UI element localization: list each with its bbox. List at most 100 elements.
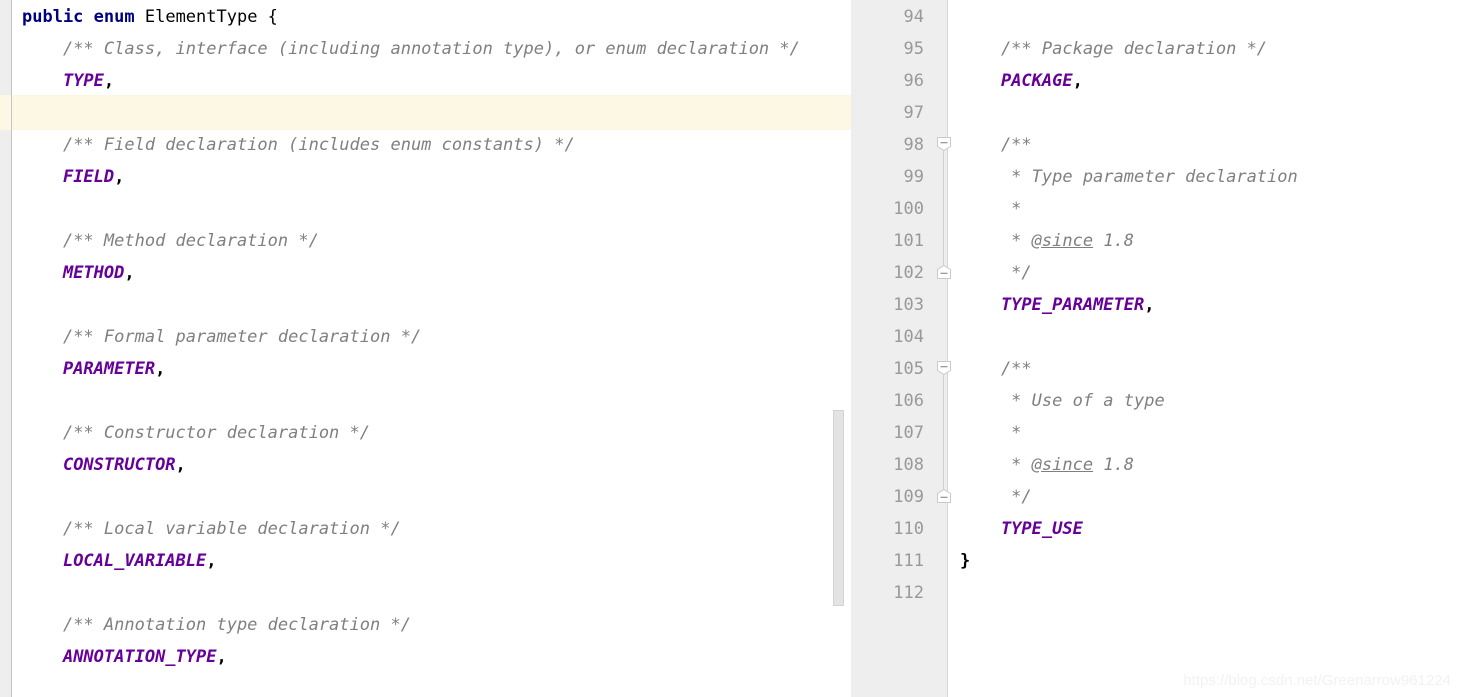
vertical-scrollbar-thumb[interactable] [833, 410, 844, 606]
current-line-highlight-gutter [0, 95, 11, 130]
code-token-comment: * [960, 199, 1022, 219]
code-token-punct: , [206, 551, 217, 571]
line-number: 110 [893, 519, 924, 539]
line-number: 111 [893, 551, 924, 571]
code-token-comment: * Type parameter declaration [960, 167, 1298, 187]
code-token-comment: * [960, 231, 1032, 251]
left-code-area[interactable]: public enum ElementType { /** Class, int… [12, 0, 851, 697]
code-line: /** Constructor declaration */ [22, 417, 370, 449]
code-token-comment: /** [960, 359, 1032, 379]
code-line: } [960, 545, 970, 577]
code-line: public enum ElementType { [22, 1, 278, 33]
code-line: * @since 1.8 [960, 225, 1134, 257]
code-line: TYPE_USE [960, 513, 1083, 545]
fold-collapse-icon[interactable] [936, 360, 952, 376]
code-token-plain: ElementType { [134, 7, 278, 27]
line-number: 108 [893, 455, 924, 475]
code-token-comment: * Use of a type [960, 391, 1165, 411]
code-line: /** Method declaration */ [22, 225, 319, 257]
code-token-punct: } [960, 551, 971, 571]
code-line: PARAMETER, [22, 353, 165, 385]
code-token-tag: @since [1031, 455, 1094, 475]
code-line: /** [960, 129, 1032, 161]
line-number: 112 [893, 583, 924, 603]
fold-connector-line [943, 368, 944, 496]
line-number: 99 [903, 167, 924, 187]
line-number: 109 [893, 487, 924, 507]
code-token-comment: /** Class, interface (including annotati… [62, 39, 800, 59]
code-line: /** Class, interface (including annotati… [22, 33, 800, 65]
line-number: 94 [903, 7, 924, 27]
code-line: /** Annotation type declaration */ [22, 609, 411, 641]
line-number: 98 [903, 135, 924, 155]
code-line: */ [960, 481, 1032, 513]
code-line: /** Package declaration */ [960, 33, 1267, 65]
code-line: * Use of a type [960, 385, 1165, 417]
code-token-punct: , [216, 647, 227, 667]
code-line: /** Formal parameter declaration */ [22, 321, 421, 353]
line-number: 102 [893, 263, 924, 283]
line-number: 106 [893, 391, 924, 411]
fold-connector-line [943, 144, 944, 272]
editor-screen: public enum ElementType { /** Class, int… [0, 0, 1461, 697]
code-line: ANNOTATION_TYPE, [22, 641, 227, 673]
code-token-punct: , [1144, 295, 1155, 315]
code-token-tag: @since [1031, 231, 1094, 251]
code-token-punct: , [1072, 71, 1083, 91]
code-token-comment: */ [960, 263, 1032, 283]
code-line: CONSTRUCTOR, [22, 449, 186, 481]
code-line: FIELD, [22, 161, 124, 193]
code-token-kw: public [22, 7, 84, 27]
right-editor-pane[interactable]: 94 95 96 97 98 99 100 101 102 103 104 105 106 107 108 1… [851, 0, 1461, 697]
code-line: * @since 1.8 [960, 449, 1134, 481]
code-line: PACKAGE, [960, 65, 1083, 97]
fold-collapse-icon[interactable] [936, 136, 952, 152]
code-token-comment: /** Package declaration */ [960, 39, 1268, 59]
code-line: TYPE_PARAMETER, [960, 289, 1155, 321]
code-token-enum: FIELD [62, 167, 115, 187]
code-token-enum: PACKAGE [1000, 71, 1073, 91]
code-token-comment: /** Constructor declaration */ [62, 423, 370, 443]
code-token-enum: ANNOTATION_TYPE [62, 647, 217, 667]
code-token-punct: , [155, 359, 166, 379]
code-line: * [960, 417, 1021, 449]
code-token-comment: */ [960, 487, 1032, 507]
code-line: LOCAL_VARIABLE, [22, 545, 217, 577]
fold-end-icon[interactable] [936, 264, 952, 280]
line-number: 105 [893, 359, 924, 379]
code-line: /** Field declaration (includes enum con… [22, 129, 575, 161]
code-token-punct: , [114, 167, 125, 187]
code-token-comment: /** [960, 135, 1032, 155]
code-token-punct: , [175, 455, 186, 475]
code-token-enum: TYPE_USE [1000, 519, 1083, 539]
code-token-enum: METHOD [62, 263, 125, 283]
code-token-comment: /** Local variable declaration */ [62, 519, 401, 539]
line-number: 103 [893, 295, 924, 315]
code-token-punct: , [124, 263, 135, 283]
right-code-area[interactable]: /** Package declaration */ PACKAGE, /** … [948, 0, 1461, 697]
code-line: /** [960, 353, 1032, 385]
line-number: 101 [893, 231, 924, 251]
line-number: 100 [893, 199, 924, 219]
left-editor-pane[interactable]: public enum ElementType { /** Class, int… [0, 0, 851, 697]
code-token-enum: CONSTRUCTOR [62, 455, 176, 475]
fold-end-icon[interactable] [936, 488, 952, 504]
